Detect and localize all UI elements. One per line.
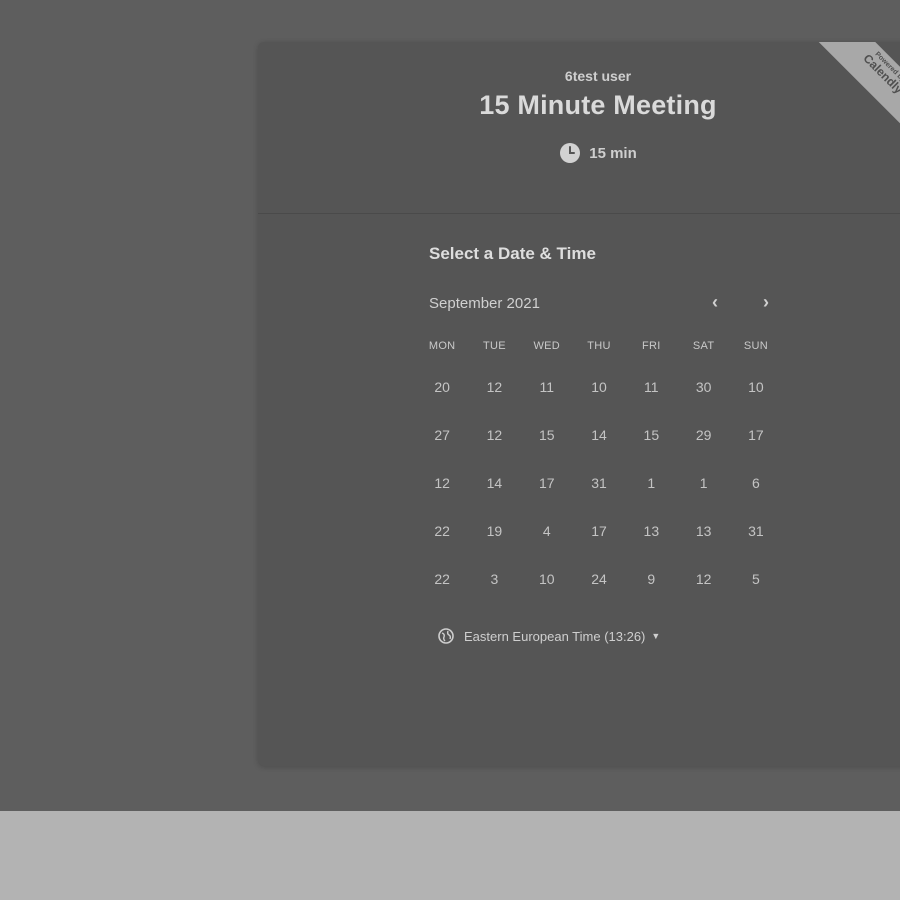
calendar-day[interactable]: 13: [625, 507, 677, 555]
calendar-day[interactable]: 12: [468, 363, 520, 411]
day-number: 12: [434, 475, 450, 491]
calendar-day[interactable]: 22: [416, 555, 468, 603]
calendar-day[interactable]: 11: [625, 363, 677, 411]
day-number: 1: [647, 475, 656, 491]
day-number: 9: [647, 571, 656, 587]
event-title: 15 Minute Meeting: [479, 90, 717, 120]
duration-label: 15 min: [589, 144, 637, 162]
calendar-day[interactable]: 1: [625, 459, 677, 507]
day-number: 17: [591, 523, 607, 539]
booking-card: 6test user 15 Minute Meeting 15 min Powe…: [258, 42, 900, 766]
calendar-day[interactable]: 10: [573, 363, 625, 411]
weekday-sat: SAT: [692, 340, 715, 352]
day-number: 11: [539, 379, 554, 395]
day-number: 14: [591, 427, 607, 443]
calendar-day[interactable]: 27: [416, 411, 468, 459]
calendar-day[interactable]: 29: [677, 411, 729, 459]
calendar-day[interactable]: 12: [416, 459, 468, 507]
host-name: 6test user: [564, 68, 632, 84]
calendar-day[interactable]: 9: [625, 555, 677, 603]
day-number: 13: [643, 523, 660, 539]
calendar-days-grid: 20 12 11 10 11 30 10 27 12 15 14 15 29 1…: [416, 363, 782, 603]
day-number: 20: [434, 379, 450, 395]
day-number: 10: [748, 379, 764, 395]
calendar-day[interactable]: 15: [521, 411, 573, 459]
weekday-header: MON TUE WED THU FRI SAT SUN: [416, 340, 782, 352]
event-duration: 15 min: [258, 142, 900, 164]
day-number: 12: [486, 427, 503, 443]
day-number: 10: [591, 379, 607, 395]
caret-down-icon: ▼: [651, 631, 661, 641]
calendar-day[interactable]: 13: [677, 507, 729, 555]
day-number: 3: [490, 571, 499, 587]
calendar-day[interactable]: 30: [677, 363, 729, 411]
calendar-day[interactable]: 6: [730, 459, 782, 507]
event-header: 6test user 15 Minute Meeting 15 min: [258, 42, 900, 214]
weekday-thu: THU: [587, 340, 611, 352]
weekday-mon: MON: [428, 340, 456, 352]
calendar-day[interactable]: 11: [521, 363, 573, 411]
calendar-day[interactable]: 14: [468, 459, 520, 507]
day-number: 6: [752, 475, 760, 491]
weekday-fri: FRI: [642, 340, 661, 352]
calendar-day[interactable]: 1: [677, 459, 729, 507]
calendar-day[interactable]: 17: [573, 507, 625, 555]
day-number: 1: [699, 475, 708, 491]
calendar-day[interactable]: 4: [521, 507, 573, 555]
calendar-day[interactable]: 19: [468, 507, 520, 555]
day-number: 12: [695, 571, 712, 587]
calendar-day[interactable]: 3: [468, 555, 520, 603]
day-number: 13: [695, 523, 712, 539]
day-number: 27: [434, 427, 450, 443]
weekday-wed: WED: [533, 340, 561, 352]
timezone-label: Eastern European Time (13:26): [464, 628, 646, 644]
day-number: 17: [538, 475, 555, 491]
next-month-button[interactable]: ›: [752, 288, 780, 316]
day-number: 24: [591, 571, 607, 587]
calendar-day[interactable]: 24: [573, 555, 625, 603]
day-number: 29: [695, 427, 712, 443]
day-number: 17: [748, 427, 764, 443]
calendar-day[interactable]: 10: [521, 555, 573, 603]
calendar-day[interactable]: 5: [730, 555, 782, 603]
day-number: 15: [538, 427, 555, 443]
day-number: 14: [486, 475, 503, 491]
calendar-day[interactable]: 14: [573, 411, 625, 459]
chevron-left-icon: ‹: [712, 291, 718, 312]
globe-icon: [438, 628, 454, 644]
timezone-selector[interactable]: Eastern European Time (13:26) ▼: [438, 628, 660, 644]
picker-heading: Select a Date & Time: [429, 244, 596, 263]
calendar-day[interactable]: 17: [521, 459, 573, 507]
calendar-day[interactable]: 31: [730, 507, 782, 555]
footer-band: [0, 811, 900, 900]
chevron-right-icon: ›: [763, 291, 769, 312]
calendar-day[interactable]: 12: [468, 411, 520, 459]
day-number: 11: [644, 379, 659, 395]
calendar-day[interactable]: 15: [625, 411, 677, 459]
prev-month-button[interactable]: ‹: [701, 288, 729, 316]
day-number: 22: [434, 523, 450, 539]
day-number: 19: [486, 523, 503, 539]
day-number: 4: [542, 523, 551, 539]
day-number: 31: [591, 475, 607, 491]
calendar-day[interactable]: 22: [416, 507, 468, 555]
weekday-tue: TUE: [482, 340, 506, 352]
calendar-day[interactable]: 31: [573, 459, 625, 507]
day-number: 30: [695, 379, 712, 395]
day-number: 10: [538, 571, 555, 587]
calendar-day[interactable]: 12: [677, 555, 729, 603]
calendar-day[interactable]: 10: [730, 363, 782, 411]
day-number: 5: [752, 571, 760, 587]
calendar-day[interactable]: 20: [416, 363, 468, 411]
day-number: 12: [486, 379, 503, 395]
day-number: 22: [434, 571, 450, 587]
clock-icon: [559, 142, 581, 164]
day-number: 31: [748, 523, 764, 539]
day-number: 15: [643, 427, 660, 443]
month-label: September 2021: [429, 295, 540, 312]
calendar-day[interactable]: 17: [730, 411, 782, 459]
weekday-sun: SUN: [743, 340, 768, 352]
